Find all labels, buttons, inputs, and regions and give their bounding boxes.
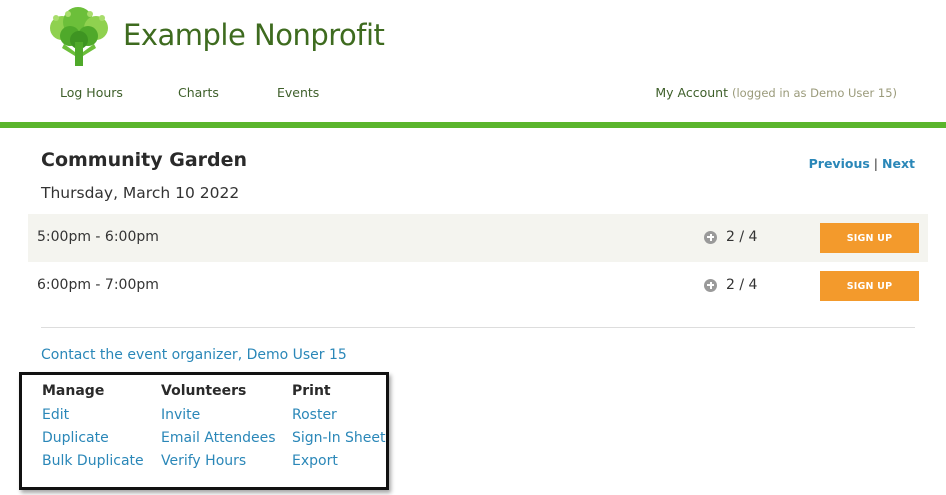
header-accent-bar xyxy=(0,122,946,128)
nav-log-hours[interactable]: Log Hours xyxy=(60,85,123,100)
contact-organizer-link[interactable]: Contact the event organizer, Demo User 1… xyxy=(41,347,347,363)
duplicate-link[interactable]: Duplicate xyxy=(42,427,144,450)
edit-link[interactable]: Edit xyxy=(42,404,144,427)
manage-heading: Manage xyxy=(42,383,105,399)
volunteers-column: Volunteers Invite Email Attendees Verify… xyxy=(161,383,276,473)
invite-link[interactable]: Invite xyxy=(161,404,276,427)
shift-time: 6:00pm - 7:00pm xyxy=(37,277,159,293)
sign-in-sheet-link[interactable]: Sign-In Sheet xyxy=(292,427,386,450)
roster-link[interactable]: Roster xyxy=(292,404,386,427)
sign-up-button[interactable]: SIGN UP xyxy=(820,223,919,253)
org-name: Example Nonprofit xyxy=(123,18,385,52)
section-divider xyxy=(41,327,915,328)
next-link[interactable]: Next xyxy=(882,156,915,171)
print-column: Print Roster Sign-In Sheet Export xyxy=(292,383,386,473)
event-pager: Previous | Next xyxy=(809,156,915,171)
shift-row: 6:00pm - 7:00pm 2 / 4 SIGN UP xyxy=(28,262,928,310)
export-link[interactable]: Export xyxy=(292,450,386,473)
sign-up-button[interactable]: SIGN UP xyxy=(820,271,919,301)
pager-separator: | xyxy=(873,156,879,171)
shift-count: 2 / 4 xyxy=(704,229,757,245)
shift-count-value: 2 / 4 xyxy=(726,277,758,293)
bulk-duplicate-link[interactable]: Bulk Duplicate xyxy=(42,450,144,473)
shift-row: 5:00pm - 6:00pm 2 / 4 SIGN UP xyxy=(28,214,928,262)
nav-events[interactable]: Events xyxy=(277,85,319,100)
account-area: My Account (logged in as Demo User 15) xyxy=(655,85,897,100)
shift-count-value: 2 / 4 xyxy=(726,229,758,245)
manage-column: Manage Edit Duplicate Bulk Duplicate xyxy=(42,383,144,473)
event-actions-panel: Manage Edit Duplicate Bulk Duplicate Vol… xyxy=(19,372,389,490)
volunteers-heading: Volunteers xyxy=(161,383,247,399)
email-attendees-link[interactable]: Email Attendees xyxy=(161,427,276,450)
my-account-link[interactable]: My Account xyxy=(655,85,728,100)
shift-time: 5:00pm - 6:00pm xyxy=(37,229,159,245)
logo-icon xyxy=(50,7,108,66)
event-title: Community Garden xyxy=(41,149,248,171)
shift-count: 2 / 4 xyxy=(704,277,757,293)
verify-hours-link[interactable]: Verify Hours xyxy=(161,450,276,473)
print-heading: Print xyxy=(292,383,331,399)
nav-charts[interactable]: Charts xyxy=(178,85,219,100)
event-date: Thursday, March 10 2022 xyxy=(41,184,240,202)
plus-circle-icon[interactable] xyxy=(704,278,717,292)
plus-circle-icon[interactable] xyxy=(704,230,717,244)
previous-link[interactable]: Previous xyxy=(809,156,870,171)
logged-in-status: (logged in as Demo User 15) xyxy=(732,86,897,100)
